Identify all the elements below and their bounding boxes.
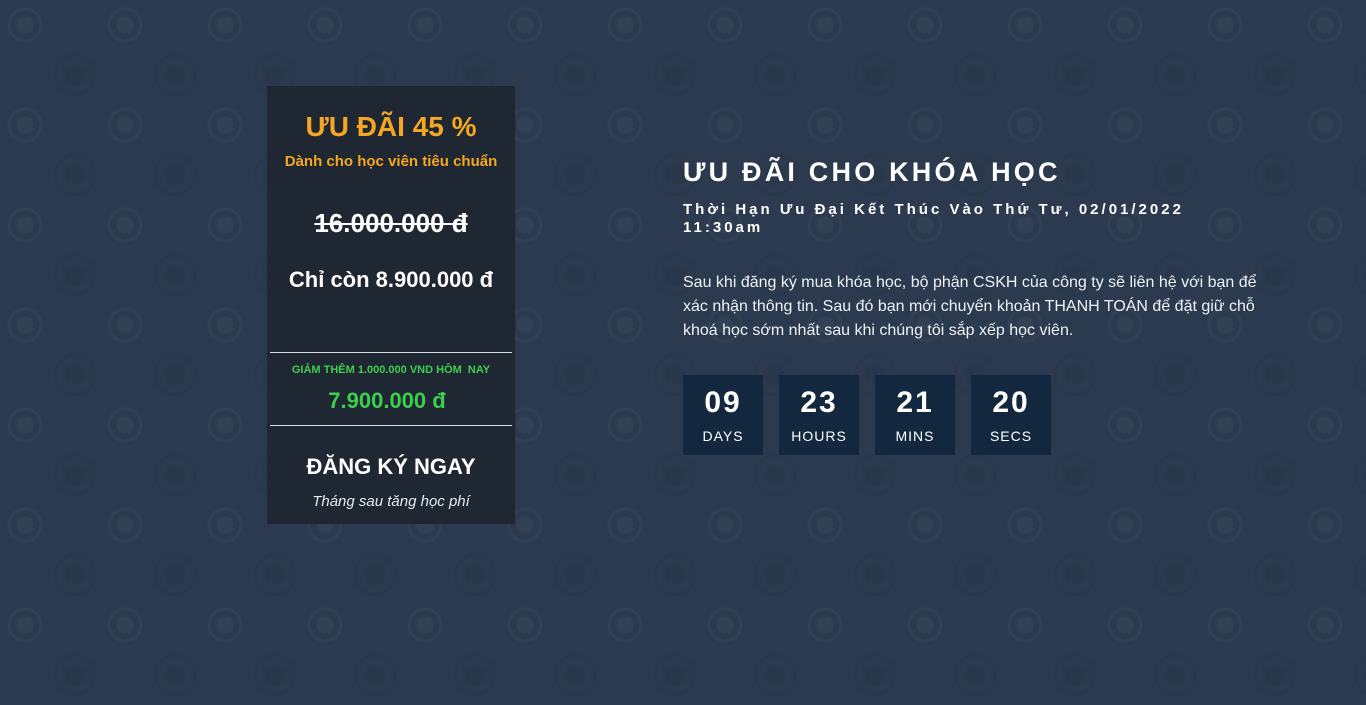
original-price: 16.000.000 đ: [314, 208, 468, 238]
countdown-mins-value: 21: [896, 386, 934, 419]
countdown-days-label: DAYS: [702, 428, 744, 444]
price-increase-note: Tháng sau tăng học phí: [312, 493, 470, 510]
countdown-secs-value: 20: [992, 386, 1030, 419]
pricing-card: ƯU ĐÃI 45 % Dành cho học viên tiêu chuẩn…: [267, 86, 515, 524]
extra-discount-price: 7.900.000 đ: [328, 388, 446, 413]
register-now-button[interactable]: ĐĂNG KÝ NGAY: [267, 453, 515, 481]
extra-discount-label: GIẢM THÊM 1.000.000 VND HÔM NAY: [291, 364, 491, 376]
offer-title: ƯU ĐÃI 45 %: [305, 111, 477, 142]
countdown-hours-label: HOURS: [791, 428, 847, 444]
countdown-secs: 20 SECS: [971, 375, 1051, 455]
countdown-days-value: 09: [704, 386, 742, 419]
countdown-hours-value: 23: [800, 386, 838, 419]
countdown-mins: 21 MINS: [875, 375, 955, 455]
countdown-hours: 23 HOURS: [779, 375, 859, 455]
offer-subtitle: Dành cho học viên tiêu chuẩn: [284, 153, 498, 170]
countdown-mins-label: MINS: [895, 428, 935, 444]
discounted-price: Chỉ còn 8.900.000 đ: [288, 267, 494, 292]
countdown-days: 09 DAYS: [683, 375, 763, 455]
promo-description: Sau khi đăng ký mua khóa học, bộ phận CS…: [683, 274, 1257, 339]
card-divider: [270, 425, 512, 426]
promo-deadline: Thời Hạn Ưu Đại Kết Thúc Vào Thứ Tư, 02/…: [683, 201, 1184, 236]
countdown-secs-label: SECS: [989, 428, 1033, 444]
card-divider: [270, 352, 512, 353]
promo-headline: ƯU ĐÃI CHO KHÓA HỌC: [683, 157, 1061, 187]
